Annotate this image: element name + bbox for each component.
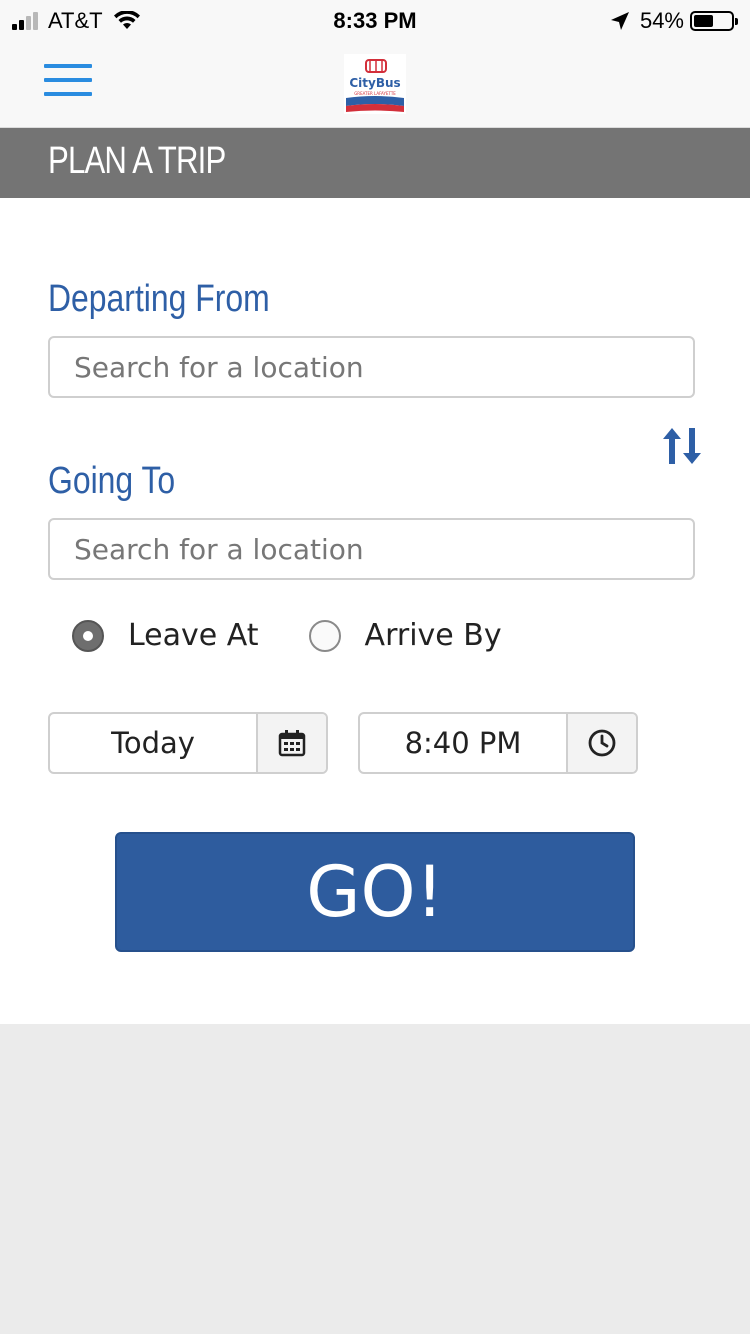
status-bar: AT&T 8:33 PM 54% [0, 0, 750, 40]
going-to-label: Going To [48, 460, 176, 502]
hamburger-icon[interactable] [44, 64, 92, 100]
leave-at-label[interactable]: Leave At [128, 618, 259, 653]
svg-text:GREATER LAFAYETTE: GREATER LAFAYETTE [354, 91, 396, 96]
departing-label: Departing From [48, 278, 270, 320]
departing-search-input[interactable] [48, 336, 695, 398]
leave-at-radio[interactable] [72, 619, 104, 652]
battery-icon [690, 11, 738, 31]
arrive-by-label[interactable]: Arrive By [365, 618, 502, 653]
title-band: PLAN A TRIP [0, 128, 750, 198]
time-value[interactable]: 8:40 PM [360, 714, 566, 772]
location-arrow-icon [610, 12, 629, 30]
battery-percent: 54% [639, 8, 684, 33]
calendar-icon [278, 730, 306, 757]
clock-icon [588, 729, 616, 757]
page-title: PLAN A TRIP [48, 140, 226, 182]
battery-fill [694, 15, 714, 27]
date-picker[interactable]: Today [48, 712, 328, 774]
app-header: CityBus GREATER LAFAYETTE [0, 40, 750, 128]
clock-button[interactable] [566, 714, 636, 772]
arrive-by-radio[interactable] [308, 619, 341, 652]
time-picker[interactable]: 8:40 PM [358, 712, 638, 774]
svg-text:CityBus: CityBus [349, 76, 400, 90]
date-value[interactable]: Today [50, 714, 256, 772]
time-mode-options: Leave At Arrive By [72, 618, 502, 653]
calendar-button[interactable] [256, 714, 326, 772]
swap-vertical-icon[interactable] [660, 426, 704, 466]
going-to-search-input[interactable] [48, 518, 695, 580]
citybus-logo: CityBus GREATER LAFAYETTE [344, 54, 406, 114]
empty-footer-area [0, 1024, 750, 1334]
go-button[interactable]: GO! [115, 832, 635, 952]
status-right: 54% [610, 8, 738, 34]
trip-form: Departing From Going To Leave At Arrive … [0, 198, 750, 1024]
